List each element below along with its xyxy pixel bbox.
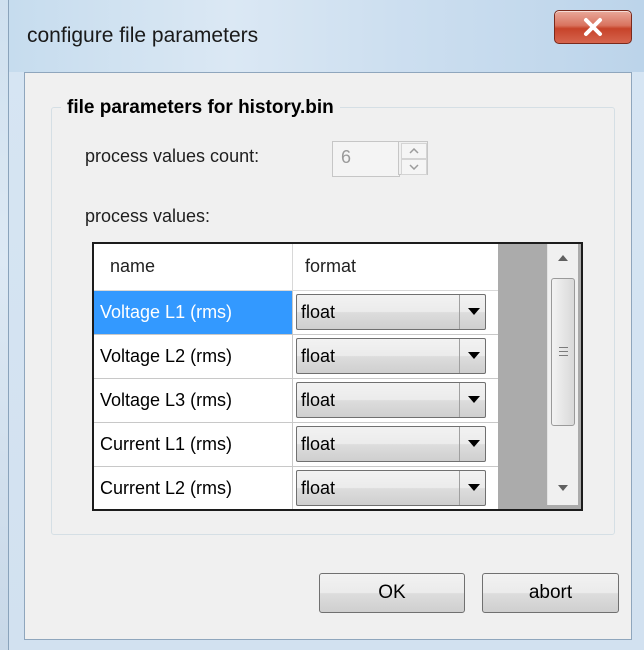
- format-dropdown[interactable]: float: [296, 426, 486, 462]
- process-values-count-label: process values count:: [85, 146, 260, 166]
- dropdown-arrow-icon: [468, 440, 480, 447]
- column-header-name-label: name: [110, 256, 156, 276]
- name-cell[interactable]: Voltage L3 (rms): [94, 379, 293, 423]
- group-title: file parameters for history.bin: [61, 97, 340, 119]
- thumb-grip-line: [559, 351, 568, 352]
- format-cell: float: [293, 467, 498, 509]
- column-header-format-label: format: [305, 256, 357, 276]
- dropdown-arrow-icon: [468, 308, 480, 315]
- name-cell-text: Voltage L3 (rms): [100, 390, 233, 410]
- process-values-count-input[interactable]: 6: [332, 141, 400, 177]
- format-dropdown[interactable]: float: [296, 382, 486, 418]
- title-bar[interactable]: configure file parameters: [9, 0, 644, 72]
- scroll-up-icon: [558, 255, 568, 261]
- format-dropdown-value: float: [301, 302, 336, 322]
- name-cell-text: Current L2 (rms): [100, 478, 233, 498]
- table-row[interactable]: Voltage L1 (rms) float: [94, 291, 498, 335]
- name-cell-text: Current L1 (rms): [100, 434, 233, 454]
- spin-up-button[interactable]: [401, 143, 427, 159]
- chevron-down-icon: [409, 164, 419, 170]
- format-cell: float: [293, 379, 498, 423]
- spin-down-button[interactable]: [401, 159, 427, 175]
- format-cell: float: [293, 423, 498, 467]
- format-dropdown[interactable]: float: [296, 470, 486, 506]
- format-dropdown[interactable]: float: [296, 338, 486, 374]
- process-values-grid: name format Voltage L1 (rms) float Volta…: [92, 242, 583, 511]
- dropdown-arrow-icon: [468, 352, 480, 359]
- format-dropdown-value: float: [301, 478, 336, 498]
- format-dropdown-value: float: [301, 346, 336, 366]
- dialog-client-area: file parameters for history.bin process …: [24, 72, 632, 640]
- thumb-grip-line: [559, 355, 568, 356]
- scroll-up-button[interactable]: [548, 244, 578, 274]
- dropdown-separator: [459, 471, 460, 505]
- close-button[interactable]: [554, 10, 632, 44]
- format-dropdown-value: float: [301, 390, 336, 410]
- name-cell-text: Voltage L1 (rms): [100, 302, 233, 322]
- thumb-grip-line: [559, 347, 568, 348]
- scrollbar-thumb[interactable]: [551, 278, 575, 426]
- process-values-count-value: 6: [341, 147, 352, 167]
- name-cell[interactable]: Voltage L2 (rms): [94, 335, 293, 379]
- count-spinner[interactable]: [398, 141, 428, 175]
- name-cell[interactable]: Current L2 (rms): [94, 467, 293, 509]
- dropdown-separator: [459, 339, 460, 373]
- abort-button[interactable]: abort: [482, 573, 619, 613]
- table-row[interactable]: Current L2 (rms) float: [94, 467, 498, 509]
- name-cell[interactable]: Voltage L1 (rms): [94, 291, 293, 335]
- table-row[interactable]: Current L1 (rms) float: [94, 423, 498, 467]
- column-header-format[interactable]: format: [293, 244, 498, 291]
- close-icon: [584, 18, 602, 36]
- window-title: configure file parameters: [27, 24, 259, 47]
- dropdown-arrow-icon: [468, 484, 480, 491]
- column-header-name[interactable]: name: [94, 244, 293, 291]
- chevron-up-icon: [409, 148, 419, 154]
- process-values-label: process values:: [85, 206, 211, 226]
- scroll-down-icon: [558, 485, 568, 491]
- dialog-window: configure file parameters file parameter…: [8, 0, 644, 650]
- name-cell[interactable]: Current L1 (rms): [94, 423, 293, 467]
- format-cell: float: [293, 335, 498, 379]
- dropdown-arrow-icon: [468, 396, 480, 403]
- dropdown-separator: [459, 383, 460, 417]
- dropdown-separator: [459, 427, 460, 461]
- table-row[interactable]: Voltage L2 (rms) float: [94, 335, 498, 379]
- ok-button[interactable]: OK: [319, 573, 465, 613]
- dropdown-separator: [459, 295, 460, 329]
- name-cell-text: Voltage L2 (rms): [100, 346, 233, 366]
- format-cell: float: [293, 291, 498, 335]
- table-row[interactable]: Voltage L3 (rms) float: [94, 379, 498, 423]
- vertical-scrollbar[interactable]: [547, 244, 578, 505]
- format-dropdown[interactable]: float: [296, 294, 486, 330]
- format-dropdown-value: float: [301, 434, 336, 454]
- scroll-down-button[interactable]: [548, 474, 578, 504]
